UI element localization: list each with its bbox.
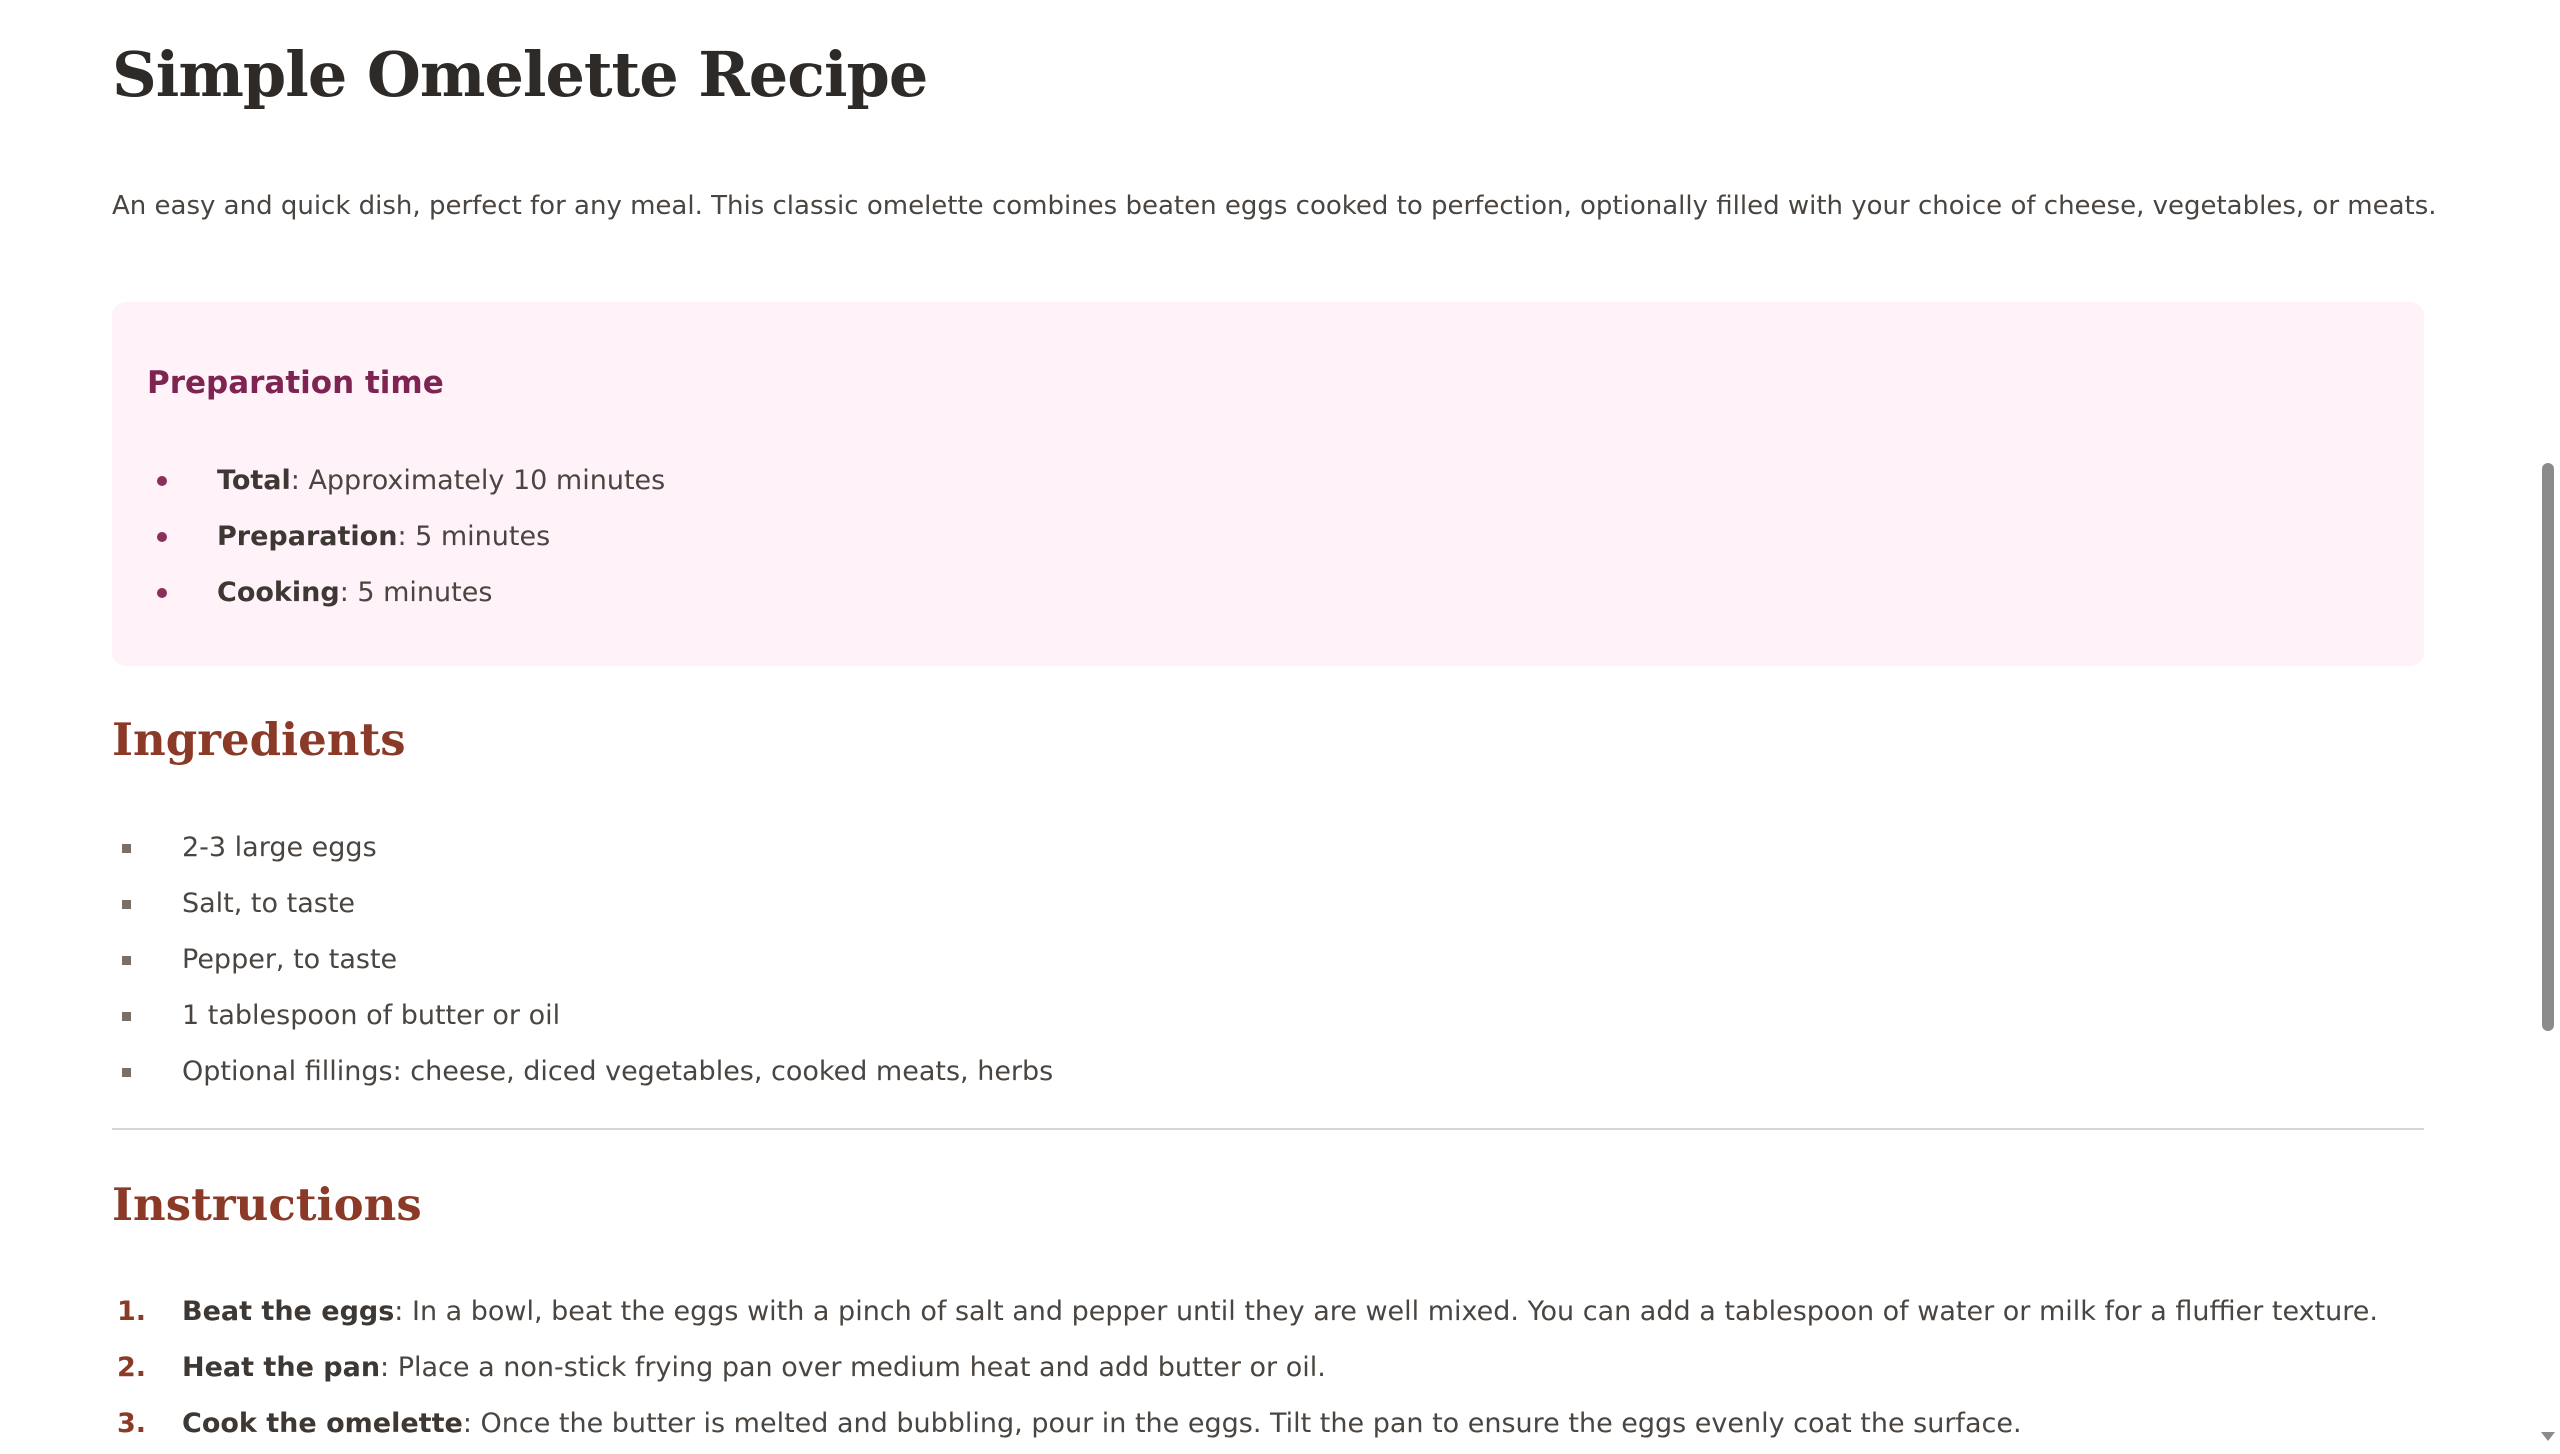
bullet-square-icon — [122, 844, 131, 853]
prep-item-value: : Approximately 10 minutes — [290, 465, 666, 496]
ingredient-text: Salt, to taste — [182, 888, 356, 919]
bullet-square-icon — [122, 956, 131, 965]
vertical-scrollbar[interactable] — [2536, 0, 2560, 1454]
step-text: : Place a non-stick frying pan over medi… — [380, 1352, 1326, 1383]
step-text: : In a bowl, beat the eggs with a pinch … — [394, 1296, 2378, 1327]
ingredient-text: Optional fillings: cheese, diced vegetab… — [182, 1056, 1054, 1087]
bullet-dot-icon — [157, 532, 167, 542]
section-divider — [112, 1128, 2424, 1130]
bullet-square-icon — [122, 1012, 131, 1021]
instructions-heading: Instructions — [112, 1178, 422, 1231]
recipe-intro: An easy and quick dish, perfect for any … — [112, 191, 2437, 221]
step-number: 3. — [117, 1408, 147, 1439]
prep-item-label: Total — [217, 465, 291, 496]
prep-item-value: : 5 minutes — [397, 521, 551, 552]
step-label: Beat the eggs — [182, 1296, 395, 1327]
bullet-square-icon — [122, 1068, 131, 1077]
ingredient-text: Pepper, to taste — [182, 944, 398, 975]
scrollbar-thumb[interactable] — [2542, 463, 2554, 1031]
ingredient-text: 1 tablespoon of butter or oil — [182, 1000, 561, 1031]
prep-item-value: : 5 minutes — [339, 577, 493, 608]
preparation-time-heading: Preparation time — [147, 365, 444, 401]
recipe-page: Simple Omelette Recipe An easy and quick… — [112, 0, 2437, 1454]
prep-item-label: Preparation — [217, 521, 398, 552]
step-number: 2. — [117, 1352, 147, 1383]
bullet-square-icon — [122, 900, 131, 909]
bullet-dot-icon — [157, 476, 167, 486]
step-label: Cook the omelette — [182, 1408, 463, 1439]
bullet-dot-icon — [157, 588, 167, 598]
page-title: Simple Omelette Recipe — [112, 38, 928, 111]
scroll-down-arrow-icon[interactable] — [2541, 1432, 2555, 1441]
prep-item-label: Cooking — [217, 577, 340, 608]
ingredient-text: 2-3 large eggs — [182, 832, 377, 863]
ingredients-heading: Ingredients — [112, 713, 406, 766]
step-label: Heat the pan — [182, 1352, 381, 1383]
step-text: : Once the butter is melted and bubbling… — [462, 1408, 2022, 1439]
step-number: 1. — [117, 1296, 147, 1327]
